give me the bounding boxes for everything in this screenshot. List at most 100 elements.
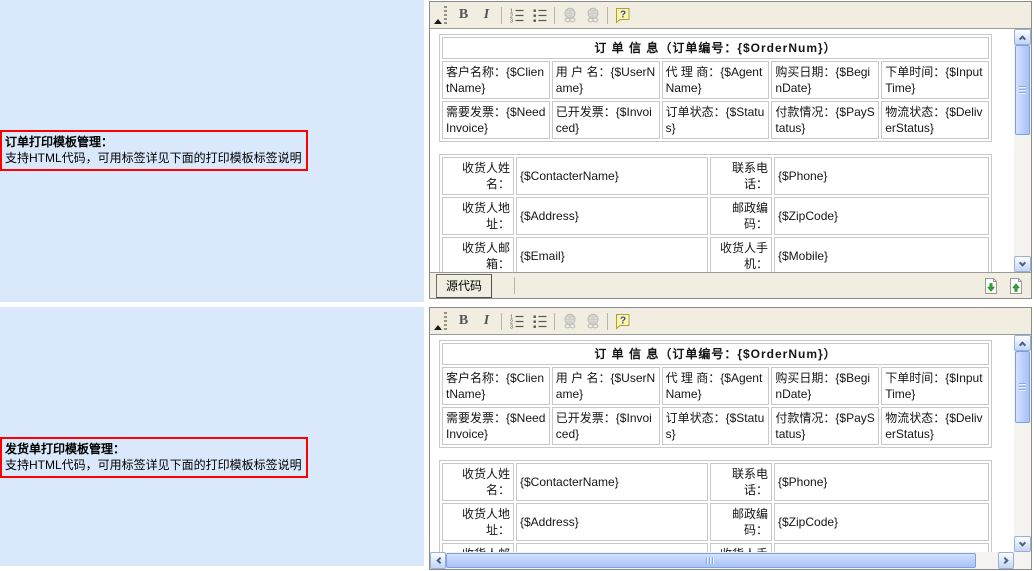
insert-link-icon[interactable]: [558, 4, 581, 26]
order-template-label-panel: 订单打印模板管理： 支持HTML代码，可用标签详见下面的打印模板标签说明: [0, 0, 424, 302]
toolbar-grip[interactable]: [444, 312, 447, 330]
contact-info-table: 收货人姓名： {$ContacterName} 联系电话： {$Phone} 收…: [439, 460, 992, 552]
scrollbar-track[interactable]: [446, 552, 998, 569]
template-title: 订 单 信 息（订单编号：{$OrderNum}）: [442, 343, 989, 365]
template-cell: 代 理 商：{$AgentName}: [662, 367, 770, 405]
template-cell: 下单时间：{$InputTime}: [881, 61, 989, 99]
vertical-scrollbar[interactable]: [1014, 335, 1031, 552]
scroll-right-icon[interactable]: [998, 552, 1014, 569]
toolbar-separator: [607, 7, 608, 24]
template-cell: 下单时间：{$InputTime}: [881, 367, 989, 405]
page: 订单打印模板管理： 支持HTML代码，可用标签详见下面的打印模板标签说明 发货单…: [0, 0, 1034, 571]
template-cell: 订单状态：{$Status}: [662, 407, 770, 445]
scrollbar-thumb[interactable]: [1015, 351, 1030, 423]
template-cell: 用 户 名：{$UserName}: [552, 61, 660, 99]
rich-text-content[interactable]: 订 单 信 息（订单编号：{$OrderNum}） 客户名称：{$ClientN…: [430, 29, 1014, 272]
order-template-editor: B I 123 ? 订 单 信 息（订单编号：: [429, 1, 1032, 299]
editing-area: 订 单 信 息（订单编号：{$OrderNum}） 客户名称：{$ClientN…: [430, 28, 1031, 272]
shipping-template-note: 发货单打印模板管理： 支持HTML代码，可用标签详见下面的打印模板标签说明: [0, 437, 308, 478]
bottom-bar-separator: [514, 277, 515, 294]
scrollbar-track[interactable]: [1014, 351, 1031, 536]
template-cell: 购买日期：{$BeginDate}: [771, 61, 879, 99]
svg-text:3: 3: [510, 325, 513, 330]
vertical-scrollbar[interactable]: [1014, 29, 1031, 272]
template-cell: {$Email}: [516, 237, 708, 272]
editor-toolbar: B I 123 ?: [430, 2, 1031, 28]
scroll-down-icon[interactable]: [1014, 536, 1031, 552]
note-heading: 订单打印模板管理：: [5, 134, 303, 150]
bulleted-list-icon[interactable]: [528, 4, 551, 26]
template-cell: 需要发票：{$NeedInvoice}: [442, 101, 550, 139]
note-heading: 发货单打印模板管理：: [5, 441, 303, 457]
source-button[interactable]: 源代码: [436, 274, 492, 298]
order-template-note: 订单打印模板管理： 支持HTML代码，可用标签详见下面的打印模板标签说明: [0, 130, 308, 171]
template-cell: 客户名称：{$ClientName}: [442, 61, 550, 99]
template-cell: 代 理 商：{$AgentName}: [662, 61, 770, 99]
page-arrow-down-icon[interactable]: [982, 277, 1000, 295]
horizontal-scrollbar-row: [430, 552, 1031, 569]
numbered-list-icon[interactable]: 123: [505, 310, 528, 332]
toolbar-grip[interactable]: [444, 6, 447, 24]
rich-text-content[interactable]: 订 单 信 息（订单编号：{$OrderNum}） 客户名称：{$ClientN…: [430, 335, 1014, 552]
template-cell: 收货人姓名：: [442, 463, 514, 501]
template-cell: 用 户 名：{$UserName}: [552, 367, 660, 405]
template-cell: {$Phone}: [774, 157, 989, 195]
help-icon[interactable]: ?: [611, 4, 634, 26]
template-cell: 付款情况：{$PayStatus}: [771, 101, 879, 139]
editor-bottom-bar: 源代码: [430, 272, 1031, 298]
note-description: 支持HTML代码，可用标签详见下面的打印模板标签说明: [5, 150, 303, 166]
template-cell: 物流状态：{$DeliverStatus}: [881, 407, 989, 445]
template-cell: {$Mobile}: [774, 237, 989, 272]
template-cell: {$ContacterName}: [516, 157, 708, 195]
template-cell: 收货人姓名：: [442, 157, 514, 195]
scrollbar-thumb[interactable]: [1015, 45, 1030, 135]
template-cell: 购买日期：{$BeginDate}: [771, 367, 879, 405]
italic-button[interactable]: I: [475, 4, 498, 26]
scrollbar-track[interactable]: [1014, 45, 1031, 256]
italic-button[interactable]: I: [475, 310, 498, 332]
template-cell: {$Address}: [516, 503, 708, 541]
template-cell: {$Phone}: [774, 463, 989, 501]
bulleted-list-icon[interactable]: [528, 310, 551, 332]
remove-link-icon[interactable]: [581, 4, 604, 26]
contact-info-table: 收货人姓名： {$ContacterName} 联系电话： {$Phone} 收…: [439, 154, 992, 272]
svg-text:?: ?: [620, 315, 626, 326]
template-cell: 收货人邮箱：: [442, 543, 514, 552]
scrollbar-corner: [1014, 552, 1031, 569]
shipping-template-editor: B I 123 ? 订 单 信 息（订单编号：: [429, 307, 1032, 570]
template-cell: 物流状态：{$DeliverStatus}: [881, 101, 989, 139]
template-cell: 联系电话：: [710, 157, 772, 195]
collapse-toolbar-icon[interactable]: [432, 309, 443, 333]
bold-button[interactable]: B: [452, 310, 475, 332]
order-info-table: 订 单 信 息（订单编号：{$OrderNum}） 客户名称：{$ClientN…: [439, 34, 992, 142]
template-cell: {$ZipCode}: [774, 503, 989, 541]
svg-text:?: ?: [620, 9, 626, 20]
collapse-toolbar-icon[interactable]: [432, 3, 443, 27]
insert-link-icon[interactable]: [558, 310, 581, 332]
template-cell: 付款情况：{$PayStatus}: [771, 407, 879, 445]
template-cell: {$Address}: [516, 197, 708, 235]
bold-button[interactable]: B: [452, 4, 475, 26]
editor-toolbar: B I 123 ?: [430, 308, 1031, 334]
scroll-left-icon[interactable]: [430, 552, 446, 569]
note-description: 支持HTML代码，可用标签详见下面的打印模板标签说明: [5, 457, 303, 473]
scroll-up-icon[interactable]: [1014, 29, 1031, 45]
scroll-down-icon[interactable]: [1014, 256, 1031, 272]
scroll-up-icon[interactable]: [1014, 335, 1031, 351]
template-cell: 收货人手机：: [710, 543, 772, 552]
scrollbar-thumb[interactable]: [446, 553, 976, 568]
horizontal-scrollbar[interactable]: [430, 552, 1014, 569]
template-cell: {$ZipCode}: [774, 197, 989, 235]
template-cell: {$ContacterName}: [516, 463, 708, 501]
toolbar-separator: [554, 313, 555, 330]
template-cell: 收货人地址：: [442, 503, 514, 541]
remove-link-icon[interactable]: [581, 310, 604, 332]
toolbar-separator: [501, 313, 502, 330]
shipping-template-label-panel: 发货单打印模板管理： 支持HTML代码，可用标签详见下面的打印模板标签说明: [0, 307, 424, 566]
page-arrow-up-icon[interactable]: [1007, 277, 1025, 295]
numbered-list-icon[interactable]: 123: [505, 4, 528, 26]
toolbar-separator: [554, 7, 555, 24]
template-cell: 邮政编码：: [710, 197, 772, 235]
editing-area: 订 单 信 息（订单编号：{$OrderNum}） 客户名称：{$ClientN…: [430, 334, 1031, 552]
help-icon[interactable]: ?: [611, 310, 634, 332]
